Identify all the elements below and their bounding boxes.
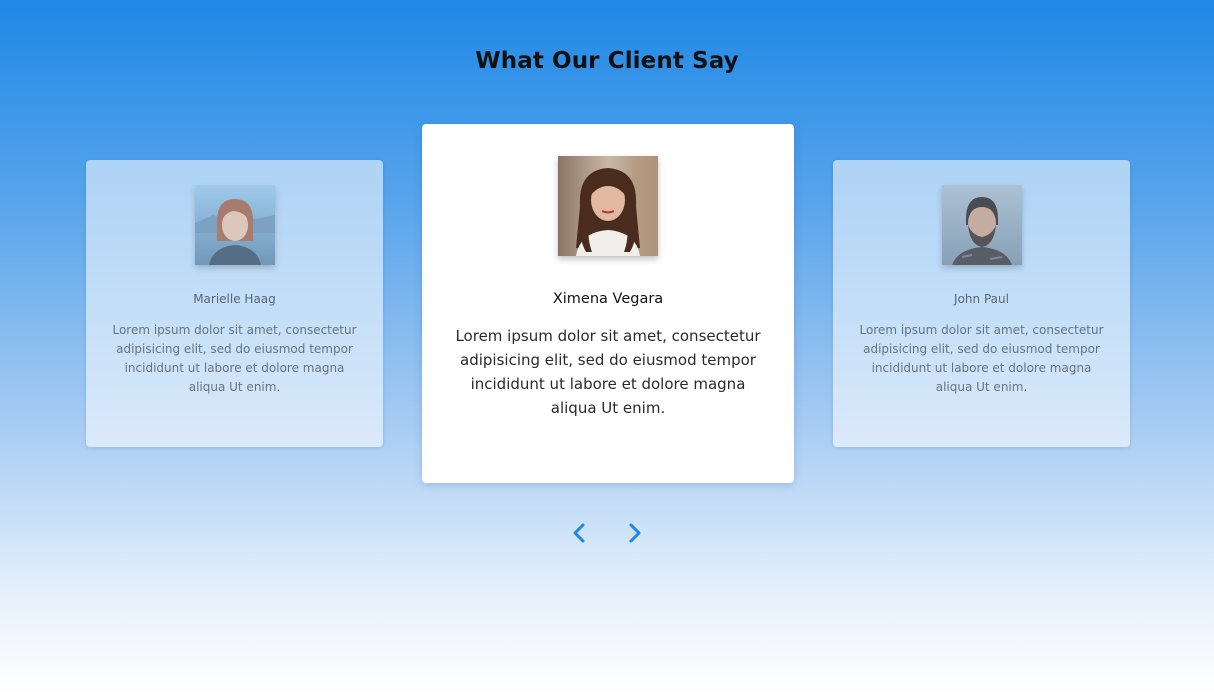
- avatar-marielle-haag: [194, 185, 275, 265]
- testimonial-text: Lorem ipsum dolor sit amet, consectetur …: [859, 323, 1104, 394]
- testimonial-name: Marielle Haag: [193, 292, 276, 306]
- next-button[interactable]: [621, 518, 649, 548]
- chevron-right-icon: [629, 523, 641, 543]
- carousel-navigation: [565, 518, 649, 548]
- avatar-ximena-vegara: [558, 156, 658, 256]
- testimonial-name: John Paul: [954, 292, 1009, 306]
- testimonial-card-marielle-haag[interactable]: Marielle Haag Lorem ipsum dolor sit amet…: [86, 160, 383, 447]
- section-title: What Our Client Say: [475, 48, 739, 74]
- testimonial-text: Lorem ipsum dolor sit amet, consectetur …: [112, 323, 357, 394]
- testimonial-name: Ximena Vegara: [552, 291, 664, 307]
- testimonial-text: Lorem ipsum dolor sit amet, consectetur …: [455, 327, 761, 417]
- testimonial-card-ximena-vegara[interactable]: Ximena Vegara Lorem ipsum dolor sit amet…: [422, 124, 794, 483]
- avatar-john-paul: [941, 185, 1022, 265]
- previous-button[interactable]: [565, 518, 593, 548]
- chevron-left-icon: [573, 523, 585, 543]
- testimonial-card-john-paul[interactable]: John Paul Lorem ipsum dolor sit amet, co…: [833, 160, 1130, 447]
